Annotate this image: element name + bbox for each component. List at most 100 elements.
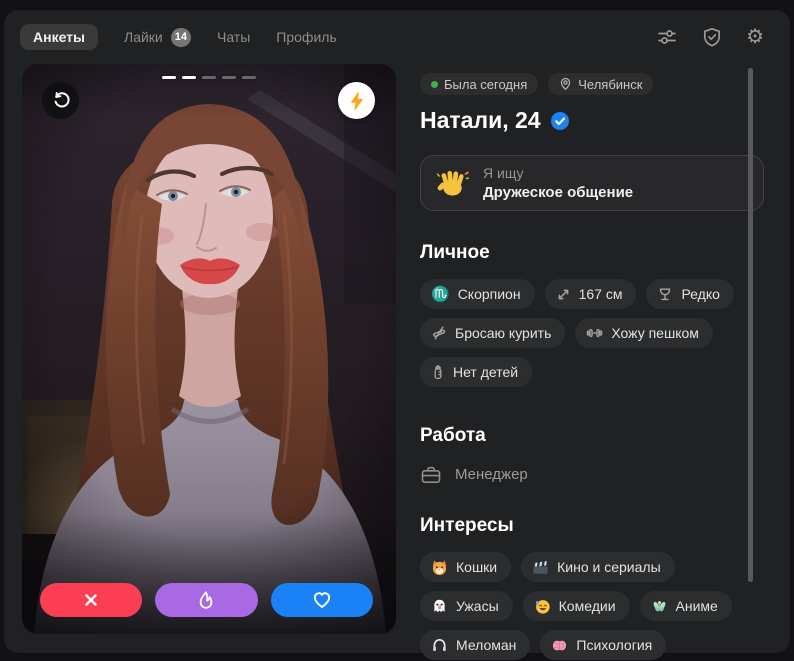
like-button[interactable] — [271, 583, 373, 617]
status-badges: Была сегодня Челябинск — [420, 73, 764, 95]
chip-label: 167 см — [579, 286, 623, 302]
chip-interest: Психология — [540, 630, 666, 660]
nav-icon-group: ⚙ — [656, 26, 764, 48]
chip-label: Меломан — [456, 637, 516, 653]
carousel-dot — [162, 76, 176, 79]
chip-alcohol: Редко — [646, 279, 733, 309]
nav-tabs: Анкеты Лайки 14 Чаты Профиль — [20, 23, 337, 52]
tab-ankety[interactable]: Анкеты — [20, 24, 98, 50]
chip-interest: Комедии — [523, 591, 630, 621]
tab-chats-label: Чаты — [217, 29, 250, 45]
superlike-button[interactable] — [155, 583, 257, 617]
seeking-label: Я ищу — [483, 165, 633, 181]
boost-button[interactable] — [338, 82, 375, 119]
city-badge: Челябинск — [548, 73, 653, 95]
brain-icon — [551, 637, 568, 654]
verified-badge-icon — [550, 111, 570, 131]
section-title-work: Работа — [420, 425, 764, 447]
online-status-label: Была сегодня — [444, 77, 527, 92]
chip-label: Скорпион — [458, 286, 521, 302]
lightning-boost-icon — [347, 91, 367, 111]
carousel-dot — [222, 76, 236, 79]
job-title: Менеджер — [455, 466, 528, 483]
carousel-dot — [242, 76, 256, 79]
interest-chips: Кошки Кино и сериалы — [420, 552, 764, 660]
cat-icon — [431, 559, 448, 576]
section-title-interests: Интересы — [420, 515, 764, 537]
clapperboard-icon — [532, 559, 549, 576]
flame-icon — [196, 590, 216, 610]
rewind-button[interactable] — [42, 82, 79, 119]
tab-likes[interactable]: Лайки 14 — [124, 23, 191, 52]
smiley-sweat-icon — [534, 598, 551, 615]
chip-label: Нет детей — [453, 364, 518, 380]
tab-ankety-label: Анкеты — [33, 29, 85, 45]
carousel-dot — [182, 76, 196, 79]
filters-icon[interactable] — [656, 26, 678, 48]
headphones-icon — [431, 637, 448, 654]
profile-name: Натали, 24 — [420, 107, 541, 134]
chip-label: Бросаю курить — [455, 325, 551, 341]
scrollbar[interactable] — [748, 68, 753, 582]
carousel-dot — [202, 76, 216, 79]
tab-likes-label: Лайки — [124, 29, 163, 45]
profile-photo — [22, 64, 396, 634]
no-smoking-icon — [431, 325, 447, 341]
tab-profile-label: Профиль — [276, 29, 336, 45]
chip-label: Кино и сериалы — [557, 559, 661, 575]
profile-photo-card[interactable] — [22, 64, 396, 634]
chip-interest: Ужасы — [420, 591, 513, 621]
fairy-icon — [651, 598, 668, 615]
chip-zodiac: ♏ Скорпион — [420, 279, 535, 309]
tab-profile[interactable]: Профиль — [276, 24, 336, 50]
online-status-badge: Была сегодня — [420, 73, 538, 95]
baby-bottle-icon — [431, 364, 445, 380]
chip-label: Кошки — [456, 559, 497, 575]
ghost-icon — [431, 598, 448, 615]
action-bar — [40, 583, 373, 617]
chip-label: Психология — [576, 637, 652, 653]
likes-count-badge: 14 — [171, 28, 191, 47]
dumbbell-icon — [586, 325, 603, 341]
photo-carousel-indicator — [22, 76, 396, 79]
seeking-texts: Я ищу Дружеское общение — [483, 165, 633, 201]
chip-label: Аниме — [676, 598, 718, 614]
chip-children: Нет детей — [420, 357, 532, 387]
seeking-card: Я ищу Дружеское общение — [420, 155, 764, 211]
wine-glass-icon — [657, 286, 673, 302]
job-row: Менеджер — [420, 464, 764, 485]
name-row: Натали, 24 — [420, 107, 764, 134]
chip-sport: Хожу пешком — [575, 318, 713, 348]
profile-details: Была сегодня Челябинск Натали, 24 — [420, 64, 764, 660]
briefcase-icon — [420, 464, 442, 485]
chip-interest: Меломан — [420, 630, 530, 660]
settings-gear-icon[interactable]: ⚙ — [746, 27, 764, 47]
chip-label: Хожу пешком — [611, 325, 699, 341]
seeking-value: Дружеское общение — [483, 184, 633, 201]
location-pin-icon — [559, 77, 572, 91]
chip-smoking: Бросаю курить — [420, 318, 565, 348]
personal-chips: ♏ Скорпион 167 см — [420, 279, 764, 387]
dislike-button[interactable] — [40, 583, 142, 617]
chip-interest: Кошки — [420, 552, 511, 582]
city-label: Челябинск — [578, 77, 642, 92]
chip-label: Ужасы — [456, 598, 499, 614]
section-title-personal: Личное — [420, 242, 764, 264]
safety-shield-icon[interactable] — [701, 26, 723, 48]
tab-chats[interactable]: Чаты — [217, 24, 250, 50]
rewind-icon — [51, 91, 70, 110]
chip-label: Комедии — [559, 598, 616, 614]
chip-height: 167 см — [545, 279, 637, 309]
chip-interest: Кино и сериалы — [521, 552, 675, 582]
main-panel: Анкеты Лайки 14 Чаты Профиль — [4, 10, 790, 653]
chip-interest: Аниме — [640, 591, 732, 621]
heart-icon — [312, 590, 332, 610]
online-dot-icon — [431, 81, 438, 88]
content-area: Была сегодня Челябинск Натали, 24 — [4, 52, 790, 660]
top-nav: Анкеты Лайки 14 Чаты Профиль — [4, 10, 790, 52]
waving-hand-icon — [437, 168, 469, 198]
app-window: Анкеты Лайки 14 Чаты Профиль — [0, 0, 794, 661]
height-arrows-icon — [556, 287, 571, 302]
chip-label: Редко — [681, 286, 719, 302]
scorpio-icon: ♏ — [431, 287, 450, 302]
